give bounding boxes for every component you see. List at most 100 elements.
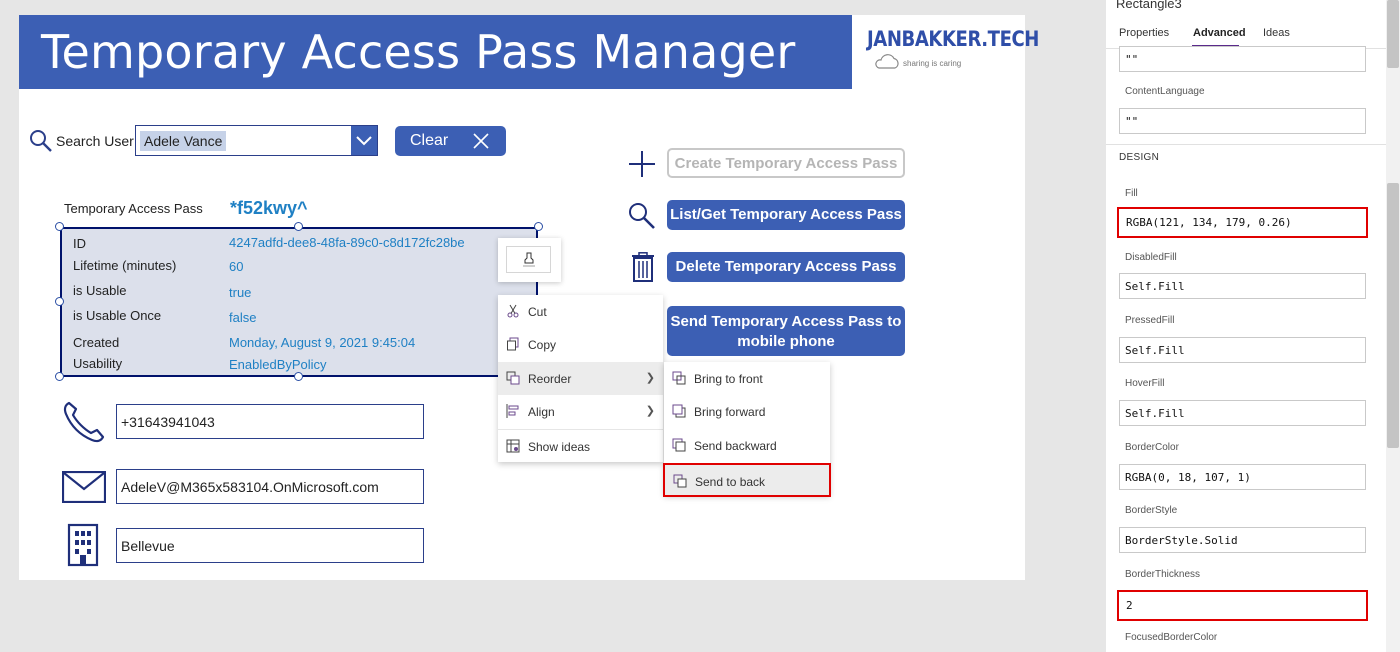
- property-label: DisabledFill: [1125, 252, 1177, 263]
- pressed-fill-field[interactable]: Self.Fill: [1119, 337, 1366, 363]
- resize-handle[interactable]: [55, 222, 64, 231]
- resize-handle[interactable]: [534, 222, 543, 231]
- tap-row-value: 60: [229, 259, 244, 274]
- hover-fill-field[interactable]: Self.Fill: [1119, 400, 1366, 426]
- tap-row-label: is Usable: [73, 283, 127, 298]
- send-tap-button-line2: mobile phone: [737, 333, 835, 350]
- menu-item-bring-to-front[interactable]: Bring to front: [664, 362, 830, 395]
- send-backward-icon: [672, 438, 686, 452]
- tap-label: Temporary Access Pass: [64, 201, 203, 216]
- resize-handle[interactable]: [55, 372, 64, 381]
- trash-icon: [632, 252, 654, 282]
- office-field[interactable]: Bellevue: [116, 528, 424, 563]
- chevron-right-icon: ❯: [645, 405, 655, 417]
- bring-to-front-icon: [672, 371, 686, 385]
- property-value-field[interactable]: "": [1119, 46, 1366, 72]
- tap-code: *f52kwy^: [230, 198, 308, 218]
- menu-item-show-ideas[interactable]: Show ideas: [498, 429, 663, 462]
- create-tap-button[interactable]: Create Temporary Access Pass: [667, 148, 905, 178]
- scissors-icon: [507, 304, 519, 318]
- list-tap-button[interactable]: List/Get Temporary Access Pass: [667, 200, 905, 230]
- delete-tap-button[interactable]: Delete Temporary Access Pass: [667, 252, 905, 282]
- disabled-fill-field[interactable]: Self.Fill: [1119, 273, 1366, 299]
- logo-tagline: sharing is caring: [903, 59, 962, 68]
- chevron-down-icon[interactable]: [351, 126, 377, 155]
- logo-brand: JANBAKKER.TECH: [867, 27, 1039, 51]
- property-label: FocusedBorderColor: [1125, 632, 1218, 643]
- tap-row-value: EnabledByPolicy: [229, 357, 327, 372]
- menu-item-bring-forward[interactable]: Bring forward: [664, 395, 830, 428]
- reorder-icon: [506, 371, 520, 385]
- add-icon: [629, 151, 655, 177]
- tap-row-label: Usability: [73, 356, 123, 371]
- search-user-value: Adele Vance: [140, 131, 227, 151]
- tap-row-label: ID: [73, 236, 86, 251]
- fill-field[interactable]: RGBA(121, 134, 179, 0.26): [1117, 207, 1368, 238]
- copy-icon: [507, 337, 519, 351]
- clear-button-label: Clear: [410, 132, 449, 149]
- mail-icon: [62, 471, 106, 503]
- close-icon: [473, 133, 489, 149]
- menu-item-cut[interactable]: Cut: [498, 295, 663, 328]
- section-heading: DESIGN: [1119, 152, 1160, 163]
- tap-row-value: Monday, August 9, 2021 9:45:04: [229, 335, 416, 350]
- clear-button[interactable]: Clear: [395, 126, 506, 156]
- menu-item-reorder[interactable]: Reorder ❯: [498, 362, 663, 395]
- menu-item-label: Cut: [528, 305, 547, 319]
- property-label: Fill: [1125, 188, 1138, 199]
- title-bar: Temporary Access Pass Manager: [19, 15, 852, 89]
- align-icon: [506, 404, 519, 418]
- chevron-right-icon: ❯: [645, 372, 655, 384]
- phone-field[interactable]: +31643941043: [116, 404, 424, 439]
- tab-advanced[interactable]: Advanced: [1193, 27, 1246, 39]
- app-title: Temporary Access Pass Manager: [41, 25, 796, 79]
- logo: JANBAKKER.TECH sharing is caring: [867, 27, 1039, 73]
- tap-row-value: true: [229, 285, 252, 300]
- resize-handle[interactable]: [294, 222, 303, 231]
- send-tap-button[interactable]: Send Temporary Access Pass to mobile pho…: [667, 306, 905, 356]
- menu-item-label: Copy: [528, 338, 557, 352]
- menu-item-send-to-back[interactable]: Send to back: [663, 463, 831, 497]
- border-thickness-field[interactable]: 2: [1117, 590, 1368, 621]
- menu-item-label: Send to back: [695, 475, 766, 489]
- scrollbar-thumb[interactable]: [1387, 183, 1399, 448]
- tap-row-value: 4247adfd-dee8-48fa-89c0-c8d172fc28be: [229, 235, 465, 250]
- mini-toolbar: [498, 238, 561, 282]
- content-language-field[interactable]: "": [1119, 108, 1366, 134]
- property-label: BorderColor: [1125, 442, 1179, 453]
- menu-item-send-backward[interactable]: Send backward: [664, 429, 830, 462]
- resize-handle[interactable]: [55, 297, 64, 306]
- tap-row-label: Lifetime (minutes): [73, 258, 177, 273]
- phone-icon: [63, 401, 105, 443]
- tab-ideas[interactable]: Ideas: [1263, 27, 1290, 39]
- search-icon: [30, 130, 52, 152]
- property-label: HoverFill: [1125, 378, 1165, 389]
- context-menu: Cut Copy Reorder ❯ Align ❯ Show ideas: [498, 295, 663, 462]
- property-label: PressedFill: [1125, 315, 1175, 326]
- search-user-label: Search User: [56, 133, 134, 149]
- email-field[interactable]: AdeleV@M365x583104.OnMicrosoft.com: [116, 469, 424, 504]
- menu-item-align[interactable]: Align ❯: [498, 395, 663, 428]
- border-style-field[interactable]: BorderStyle.Solid: [1119, 527, 1366, 553]
- search-icon: [629, 203, 655, 229]
- ideas-icon: [506, 439, 520, 453]
- reorder-submenu: Bring to front Bring forward Send backwa…: [663, 362, 831, 497]
- divider: [1106, 144, 1386, 145]
- menu-item-label: Reorder: [528, 372, 572, 386]
- search-user-combobox[interactable]: Adele Vance: [135, 125, 378, 156]
- resize-handle[interactable]: [294, 372, 303, 381]
- tap-row-label: Created: [73, 335, 120, 350]
- menu-item-label: Bring to front: [694, 372, 763, 386]
- format-painter-button[interactable]: [506, 246, 551, 273]
- scrollbar-thumb[interactable]: [1387, 0, 1399, 68]
- border-color-field[interactable]: RGBA(0, 18, 107, 1): [1119, 464, 1366, 490]
- tab-properties[interactable]: Properties: [1119, 27, 1169, 39]
- building-icon: [67, 523, 99, 567]
- cloud-icon: [875, 54, 899, 69]
- menu-item-label: Bring forward: [694, 405, 766, 419]
- properties-panel: Rectangle3 Properties Advanced Ideas "" …: [1106, 0, 1400, 652]
- menu-item-label: Align: [528, 405, 555, 419]
- format-painter-icon: [523, 252, 535, 267]
- menu-item-copy[interactable]: Copy: [498, 328, 663, 361]
- control-name: Rectangle3: [1116, 0, 1182, 11]
